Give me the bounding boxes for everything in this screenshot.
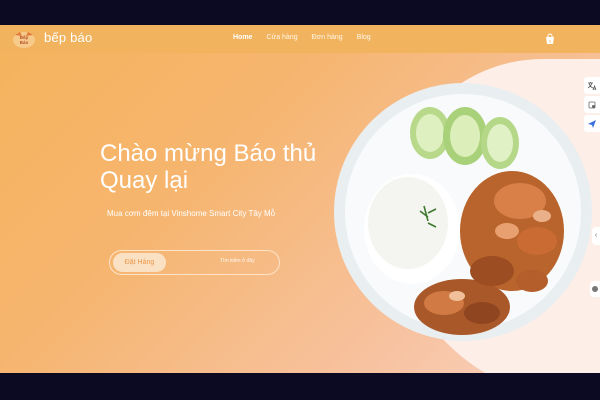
main-nav: Home Cửa hàng Đơn hàng Blog — [233, 34, 371, 41]
side-widget[interactable] — [590, 281, 600, 297]
widget-icon — [592, 286, 598, 292]
nav-blog[interactable]: Blog — [357, 34, 371, 41]
logo-text-line2: Báo — [20, 40, 29, 45]
collapse-tab[interactable]: ‹ — [592, 227, 600, 245]
hero-title-line2: Quay lại — [100, 167, 189, 194]
cart-icon[interactable]: 0 — [544, 33, 556, 45]
order-button[interactable]: Đặt Hàng — [113, 253, 166, 272]
nav-shop[interactable]: Cửa hàng — [266, 34, 297, 41]
nav-orders[interactable]: Đơn hàng — [312, 34, 343, 41]
tag-icon[interactable] — [584, 96, 600, 113]
side-toolbar — [584, 77, 600, 134]
send-icon[interactable] — [584, 115, 600, 132]
search-button[interactable]: Tìm kiếm ở đây — [220, 258, 255, 264]
logo-icon[interactable]: Bếp Báo — [12, 29, 36, 49]
chevron-left-icon: ‹ — [594, 232, 598, 239]
hero-title: Chào mừng Báo thủ Quay lại — [100, 140, 360, 194]
cta-group: Đặt Hàng Tìm kiếm ở đây — [109, 250, 280, 275]
brand-name[interactable]: bếp báo — [44, 30, 92, 45]
hero-title-line1: Chào mừng Báo thủ — [100, 140, 317, 167]
hero-subtitle: Mua cơm đêm tại Vinshome Smart City Tây … — [107, 209, 276, 218]
nav-home[interactable]: Home — [233, 34, 252, 41]
top-header: Bếp Báo bếp báo Home Cửa hàng Đơn hàng B… — [0, 25, 600, 53]
food-plate-image — [334, 83, 592, 341]
translate-icon[interactable] — [584, 77, 600, 94]
page: Bếp Báo bếp báo Home Cửa hàng Đơn hàng B… — [0, 25, 600, 373]
